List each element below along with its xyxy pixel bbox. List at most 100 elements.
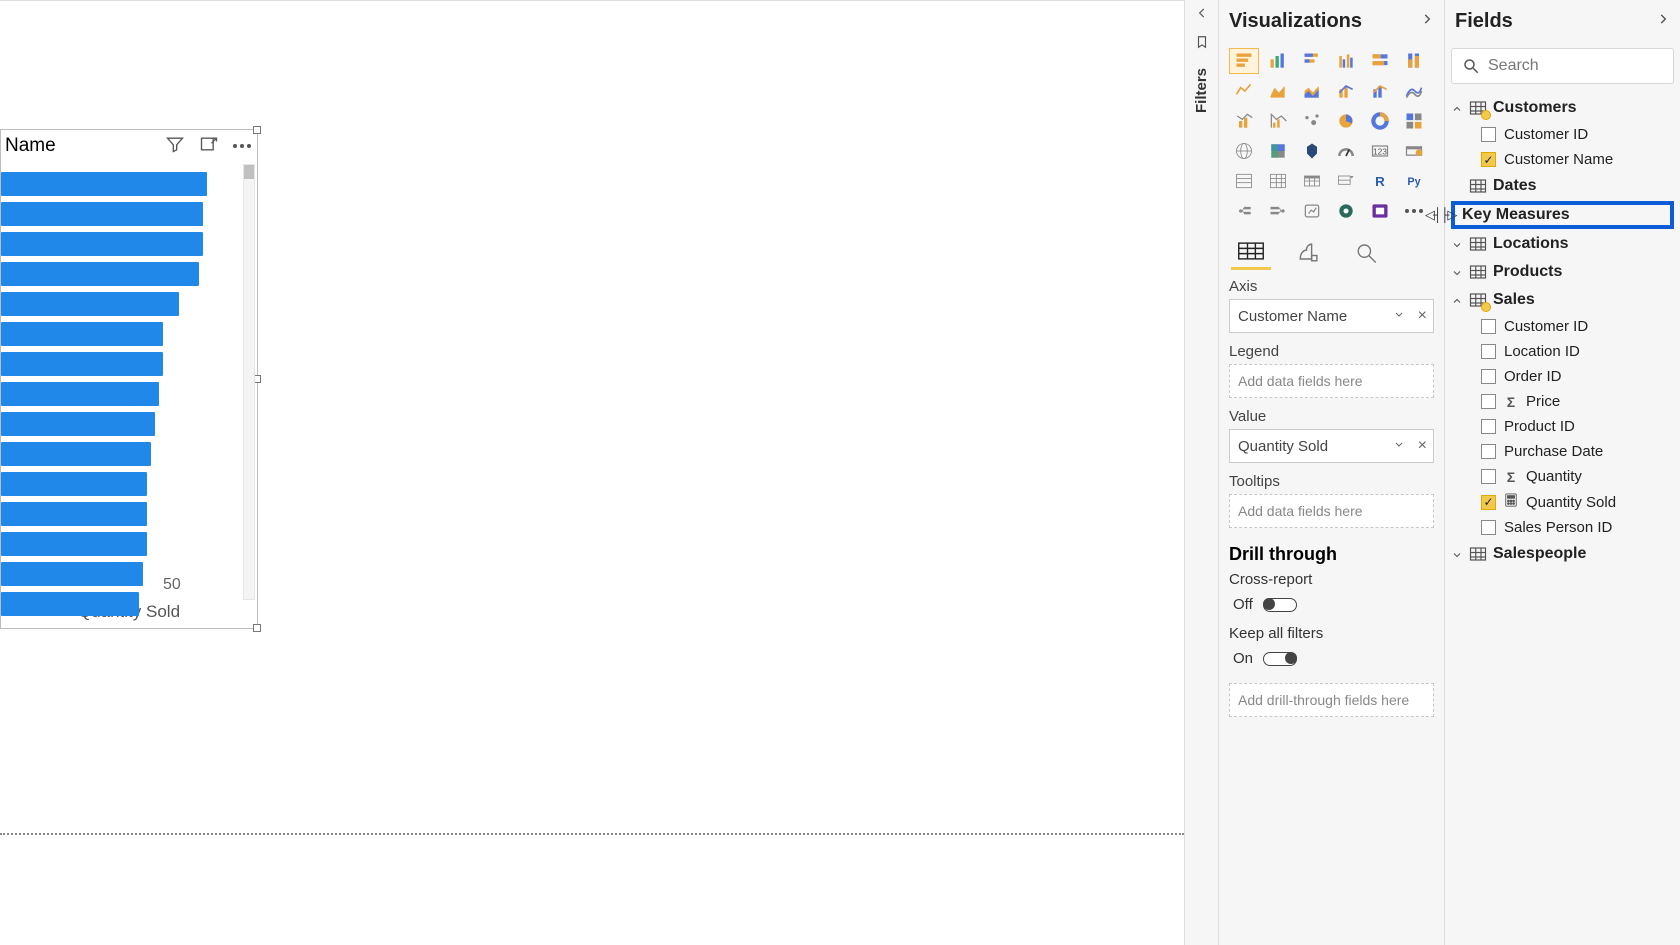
viz-type-button[interactable]: R xyxy=(1365,168,1395,194)
bar xyxy=(1,352,163,376)
checkbox[interactable] xyxy=(1481,419,1496,434)
checkbox[interactable] xyxy=(1481,520,1496,535)
field-purchase-date[interactable]: Purchase Date xyxy=(1447,439,1678,464)
viz-type-button[interactable]: Py xyxy=(1399,168,1429,194)
viz-type-button[interactable] xyxy=(1229,108,1259,134)
viz-type-button[interactable] xyxy=(1331,78,1361,104)
field-label: Order ID xyxy=(1504,368,1562,385)
field-product-id[interactable]: Product ID xyxy=(1447,414,1678,439)
viz-type-button[interactable] xyxy=(1331,168,1361,194)
filters-pane-collapsed[interactable]: Filters xyxy=(1185,0,1219,945)
chevron-down-icon[interactable] xyxy=(1393,308,1405,325)
viz-type-button[interactable] xyxy=(1365,78,1395,104)
table-icon xyxy=(1469,100,1487,116)
viz-type-button[interactable] xyxy=(1297,138,1327,164)
field-order-id[interactable]: Order ID xyxy=(1447,364,1678,389)
remove-field-icon[interactable]: × xyxy=(1418,437,1427,455)
viz-type-button[interactable] xyxy=(1365,198,1395,224)
checkbox[interactable] xyxy=(1481,495,1496,510)
viz-type-button[interactable] xyxy=(1297,78,1327,104)
viz-type-button[interactable] xyxy=(1263,168,1293,194)
table-locations[interactable]: Locations xyxy=(1447,230,1678,258)
chevron-down-icon[interactable] xyxy=(1393,438,1405,455)
search-input[interactable]: Search xyxy=(1451,48,1674,84)
collapse-viz-icon[interactable] xyxy=(1420,12,1434,31)
checkbox[interactable] xyxy=(1481,369,1496,384)
viz-type-button[interactable] xyxy=(1399,108,1429,134)
viz-type-button[interactable]: 123 xyxy=(1365,138,1395,164)
field-label: Product ID xyxy=(1504,418,1575,435)
viz-type-button[interactable] xyxy=(1229,198,1259,224)
checkbox[interactable] xyxy=(1481,344,1496,359)
axis-field-well[interactable]: Customer Name × xyxy=(1229,299,1434,333)
field-quantity[interactable]: ΣQuantity xyxy=(1447,464,1678,489)
table-salespeople[interactable]: Salespeople xyxy=(1447,540,1678,568)
viz-type-button[interactable] xyxy=(1229,48,1259,74)
axis-tick: 50 xyxy=(163,576,181,594)
focus-mode-icon[interactable] xyxy=(199,134,219,159)
viz-type-button[interactable] xyxy=(1229,78,1259,104)
field-customer-id[interactable]: Customer ID xyxy=(1447,314,1678,339)
field-location-id[interactable]: Location ID xyxy=(1447,339,1678,364)
viz-type-button[interactable] xyxy=(1399,78,1429,104)
checkbox[interactable] xyxy=(1481,152,1496,167)
more-options-icon[interactable] xyxy=(233,134,251,159)
table-key-measures-highlighted[interactable]: Key Measures xyxy=(1451,201,1674,229)
viz-type-button[interactable] xyxy=(1263,198,1293,224)
viz-type-button[interactable] xyxy=(1229,168,1259,194)
remove-field-icon[interactable]: × xyxy=(1418,307,1427,325)
legend-field-well[interactable]: Add data fields here xyxy=(1229,364,1434,398)
viz-type-button[interactable] xyxy=(1365,108,1395,134)
viz-type-button[interactable] xyxy=(1399,48,1429,74)
viz-type-button[interactable] xyxy=(1263,108,1293,134)
field-customer-name[interactable]: Customer Name xyxy=(1447,147,1678,172)
viz-type-button[interactable] xyxy=(1263,138,1293,164)
viz-type-button[interactable] xyxy=(1331,108,1361,134)
viz-type-button[interactable] xyxy=(1297,198,1327,224)
field-sales-person-id[interactable]: Sales Person ID xyxy=(1447,515,1678,540)
resize-handle-top-right[interactable] xyxy=(253,126,261,134)
cross-report-toggle[interactable] xyxy=(1263,598,1297,612)
resize-handle-bottom-right[interactable] xyxy=(253,624,261,632)
viz-type-button[interactable] xyxy=(1263,48,1293,74)
viz-type-button[interactable] xyxy=(1331,48,1361,74)
checkbox[interactable] xyxy=(1481,319,1496,334)
table-sales[interactable]: Sales xyxy=(1447,286,1678,314)
table-products[interactable]: Products xyxy=(1447,258,1678,286)
chart-bars xyxy=(1,166,257,616)
keep-filters-toggle[interactable] xyxy=(1263,652,1297,666)
filter-icon[interactable] xyxy=(165,134,185,159)
bar xyxy=(1,292,179,316)
collapse-fields-icon[interactable] xyxy=(1656,12,1670,31)
viz-type-button[interactable] xyxy=(1297,108,1327,134)
value-field-well[interactable]: Quantity Sold × xyxy=(1229,429,1434,463)
viz-type-button[interactable] xyxy=(1263,78,1293,104)
table-dates[interactable]: Dates xyxy=(1447,172,1678,200)
viz-type-button[interactable] xyxy=(1365,48,1395,74)
report-canvas[interactable]: Name 50 Quantity Sold xyxy=(0,0,1184,945)
checkbox[interactable] xyxy=(1481,127,1496,142)
bar xyxy=(1,202,203,226)
viz-type-button[interactable] xyxy=(1297,168,1327,194)
checkbox[interactable] xyxy=(1481,444,1496,459)
field-customer-id[interactable]: Customer ID xyxy=(1447,122,1678,147)
search-placeholder: Search xyxy=(1488,57,1539,75)
format-tab[interactable] xyxy=(1289,234,1329,270)
viz-type-button[interactable] xyxy=(1297,48,1327,74)
tooltips-field-well[interactable]: Add data fields here xyxy=(1229,494,1434,528)
field-quantity-sold[interactable]: Quantity Sold xyxy=(1447,489,1678,515)
drill-through-field-well[interactable]: Add drill-through fields here xyxy=(1229,683,1434,717)
table-customers[interactable]: Customers xyxy=(1447,94,1678,122)
bookmark-icon[interactable] xyxy=(1195,35,1209,54)
analytics-tab[interactable] xyxy=(1347,234,1387,270)
checkbox[interactable] xyxy=(1481,394,1496,409)
viz-type-button[interactable] xyxy=(1331,138,1361,164)
chart-tile[interactable]: Name 50 Quantity Sold xyxy=(0,129,258,629)
expand-filters-icon[interactable] xyxy=(1195,6,1209,25)
checkbox[interactable] xyxy=(1481,469,1496,484)
field-price[interactable]: ΣPrice xyxy=(1447,389,1678,414)
viz-type-button[interactable] xyxy=(1399,138,1429,164)
fields-tab[interactable] xyxy=(1231,234,1271,270)
viz-type-button[interactable] xyxy=(1229,138,1259,164)
viz-type-button[interactable] xyxy=(1331,198,1361,224)
